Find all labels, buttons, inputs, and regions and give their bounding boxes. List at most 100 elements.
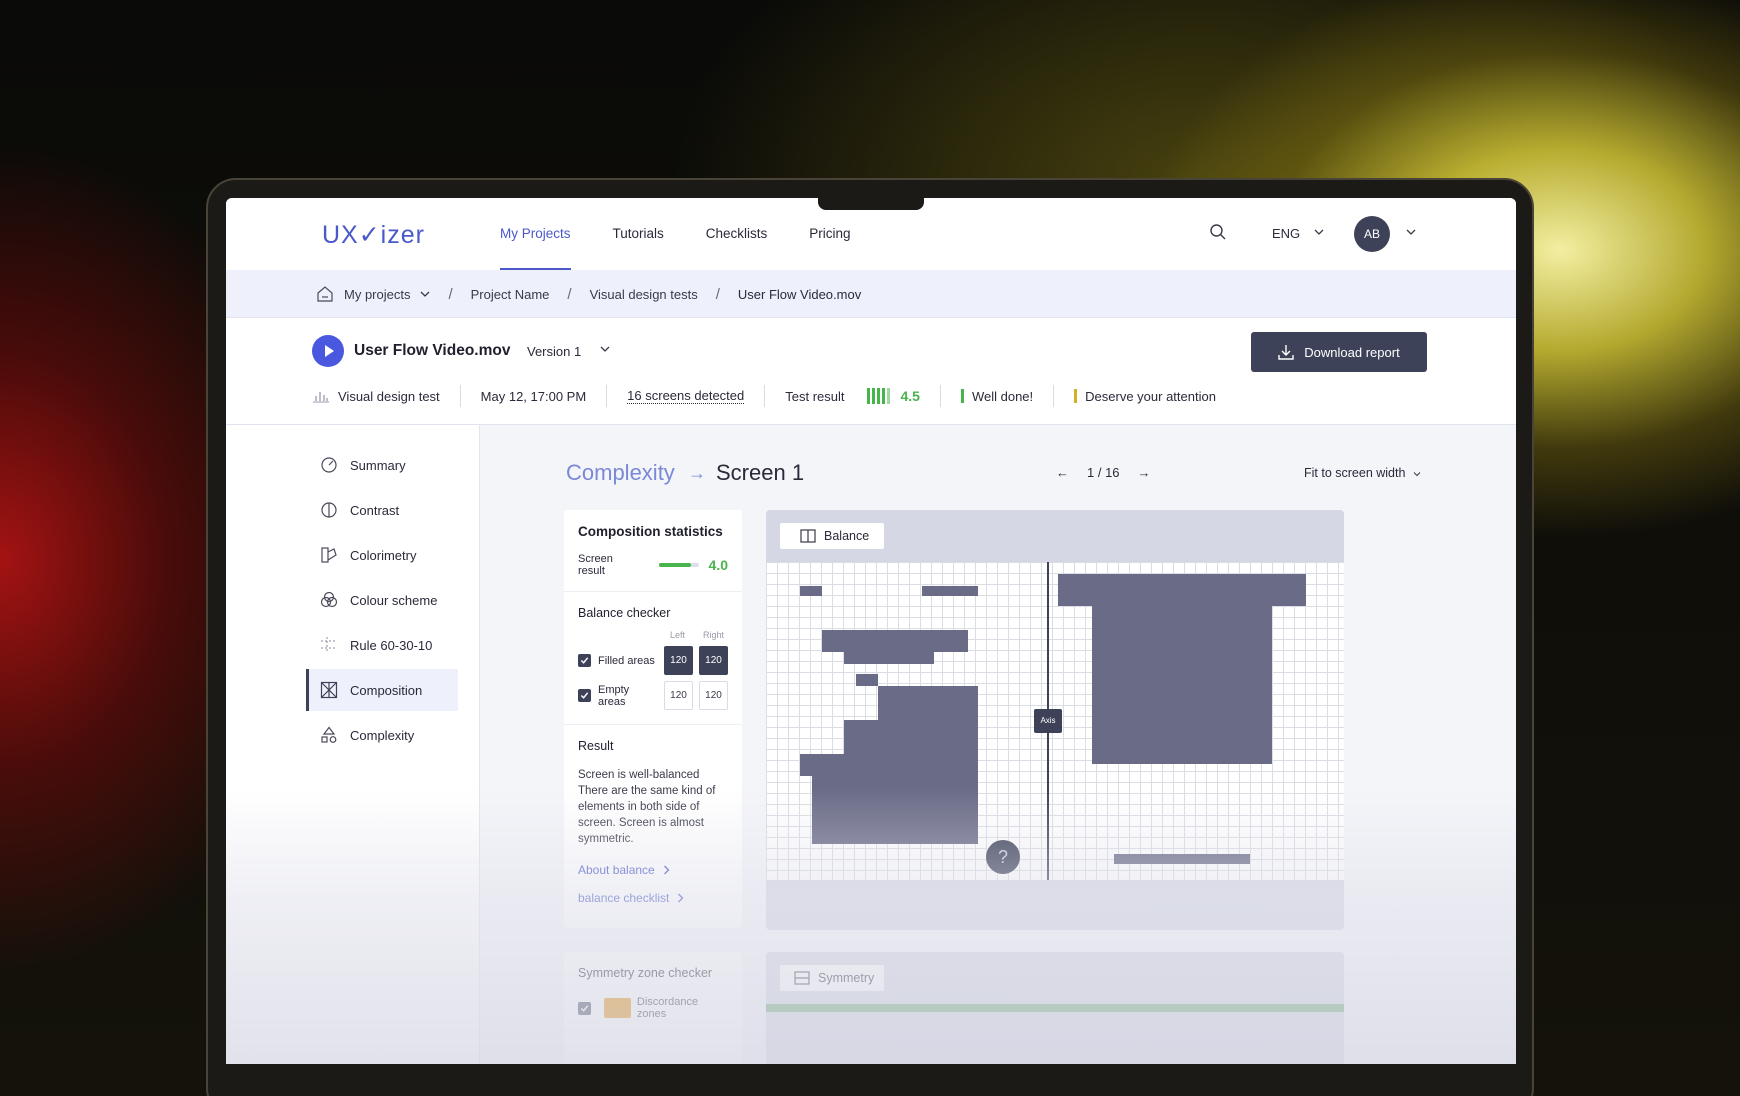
sidebar-item-label: Colour scheme (350, 592, 438, 608)
symmetry-canvas: Symmetry (766, 952, 1344, 1064)
pager: ← 1 / 16 → (1056, 465, 1151, 480)
version-selector[interactable]: Version 1 (527, 344, 581, 359)
nav-my-projects[interactable]: My Projects (500, 198, 571, 270)
screen-result-score: 4.0 (708, 557, 728, 573)
sidebar-item-colour-scheme[interactable]: Colour scheme (306, 579, 458, 621)
screen-result-label: Screen result (578, 553, 613, 577)
chevron-down-icon[interactable] (420, 290, 430, 298)
empty-areas-row: Empty areas 120 120 (578, 681, 728, 710)
search-icon[interactable] (1209, 223, 1227, 241)
score-bars-icon (866, 388, 890, 404)
chevron-down-icon[interactable] (1406, 228, 1416, 236)
screen-result-bar (658, 563, 699, 567)
file-bar: User Flow Video.mov Version 1 Download r… (226, 318, 1516, 425)
balance-checker-title: Balance checker (578, 606, 671, 620)
screen-result-row: Screen result 4.0 (578, 553, 728, 577)
meta-attention: Deserve your attention (1054, 385, 1236, 407)
download-report-button[interactable]: Download report (1251, 332, 1427, 372)
sidebar-item-label: Summary (350, 457, 406, 473)
file-title: User Flow Video.mov (354, 342, 511, 359)
shapes-icon (321, 726, 337, 743)
balance-checklist-link[interactable]: balance checklist (578, 891, 728, 905)
filled-area (822, 630, 968, 652)
breadcrumb-project[interactable]: Project Name (471, 287, 550, 302)
filled-areas-label: Filled areas (598, 654, 655, 667)
meta-well-done: Well done! (941, 385, 1055, 407)
screen-title: Screen 1 (716, 460, 805, 485)
meta-screens[interactable]: 16 screens detected (607, 385, 766, 407)
result-title: Result (578, 739, 614, 753)
breadcrumb: My projects / Project Name / Visual desi… (226, 270, 1516, 318)
balance-tab[interactable]: Balance (780, 523, 884, 549)
sidebar-item-rule[interactable]: Rule 60-30-10 (306, 624, 458, 666)
breadcrumb-separator: / (715, 285, 720, 303)
language-selector[interactable]: ENG (1272, 226, 1300, 241)
logo[interactable]: UX✓izer (322, 220, 425, 250)
sidebar-item-contrast[interactable]: Contrast (306, 489, 458, 531)
play-icon (325, 345, 334, 357)
about-balance-link[interactable]: About balance (578, 863, 728, 877)
symmetry-title: Symmetry zone checker (578, 966, 713, 980)
horizontal-split-icon (794, 971, 810, 985)
chevron-down-icon[interactable] (1314, 228, 1324, 236)
sidebar-item-composition[interactable]: Composition (306, 669, 458, 711)
discordance-swatch (603, 998, 631, 1018)
symmetry-tab-label: Symmetry (818, 971, 875, 985)
check-icon (580, 1004, 589, 1012)
home-icon[interactable] (316, 285, 334, 303)
discordance-checkbox[interactable] (578, 1001, 591, 1015)
breadcrumb-separator: / (567, 285, 572, 303)
composition-card: Composition statistics Screen result 4.0… (564, 510, 742, 928)
prev-arrow-icon[interactable]: ← (1056, 465, 1069, 480)
chevron-down-icon[interactable] (600, 345, 610, 353)
fit-selector[interactable]: Fit to screen width (1304, 466, 1421, 480)
meta-test-type-label: Visual design test (338, 388, 440, 404)
filled-left-value: 120 (664, 646, 693, 675)
chevron-right-icon (678, 893, 684, 903)
sidebar-item-summary[interactable]: Summary (306, 444, 458, 486)
gauge-icon (321, 457, 337, 473)
discordance-label: Discordance zones (636, 996, 699, 1020)
avatar[interactable]: AB (1354, 216, 1390, 252)
filled-areas-checkbox[interactable] (578, 654, 591, 667)
empty-areas-label: Empty areas (598, 683, 630, 708)
check-icon (580, 657, 589, 664)
meta-result-score: 4.5 (900, 388, 920, 404)
meta-test-type: Visual design test (312, 385, 461, 407)
symmetry-card: Symmetry zone checker Discordance zones (564, 952, 742, 1064)
symmetry-strip (766, 1004, 1344, 1012)
download-icon (1278, 345, 1294, 360)
play-button[interactable] (312, 335, 344, 367)
sidebar-item-label: Colorimetry (350, 547, 417, 563)
next-arrow-icon[interactable]: → (1138, 465, 1151, 480)
section-title[interactable]: Complexity (566, 460, 675, 486)
help-button[interactable]: ? (986, 840, 1020, 874)
filled-area (844, 720, 878, 844)
chevron-right-icon (663, 865, 670, 875)
filled-areas-row: Filled areas 120 120 (578, 646, 728, 675)
meta-screens-label[interactable]: 16 screens detected (627, 388, 745, 404)
nav-checklists[interactable]: Checklists (706, 198, 768, 270)
left-label: Left (669, 630, 685, 640)
nav-tutorials[interactable]: Tutorials (613, 198, 664, 270)
sidebar-item-complexity[interactable]: Complexity (306, 714, 458, 756)
meta-well-done-label: Well done! (971, 388, 1034, 404)
yellow-marker (1074, 389, 1078, 403)
breadcrumb-tests[interactable]: Visual design tests (590, 287, 698, 302)
split-layout-icon (800, 529, 816, 543)
sidebar-item-colorimetry[interactable]: Colorimetry (306, 534, 458, 576)
sidebar: Summary Contrast Colorimetry Colour sche… (226, 425, 480, 1064)
filled-area (800, 586, 822, 596)
empty-areas-checkbox[interactable] (578, 689, 591, 702)
green-marker (960, 389, 964, 403)
camera-notch (818, 198, 924, 210)
symmetry-tab[interactable]: Symmetry (780, 965, 884, 991)
balance-header: Left Right (578, 630, 728, 640)
breadcrumb-separator: / (448, 285, 453, 303)
result-text: Screen is well-balanced There are the sa… (578, 769, 716, 845)
filled-area (878, 686, 978, 844)
app-screen: UX✓izer My Projects Tutorials Checklists… (226, 198, 1516, 1064)
breadcrumb-my-projects[interactable]: My projects (344, 287, 410, 302)
filled-area (800, 754, 844, 776)
color-wheel-icon (320, 591, 338, 608)
